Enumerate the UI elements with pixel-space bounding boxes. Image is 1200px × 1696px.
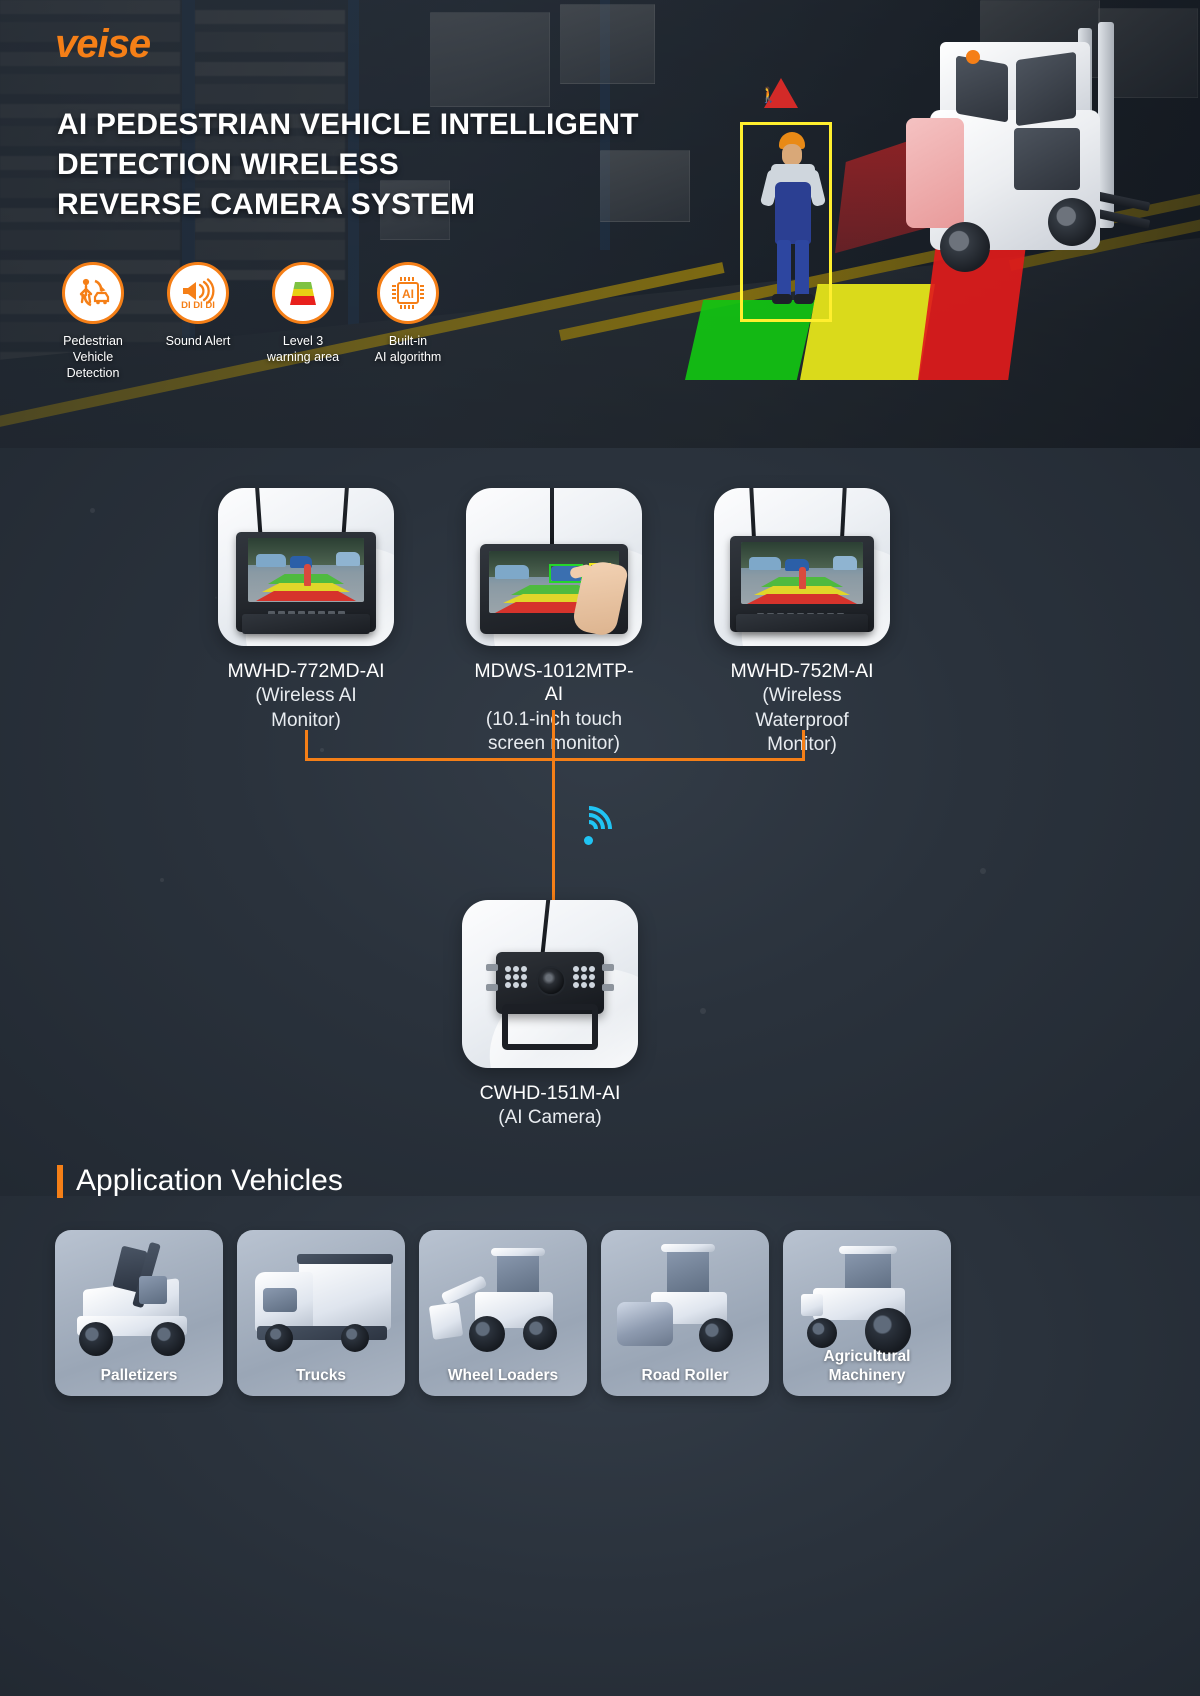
connector-line-horizontal [305, 758, 805, 761]
feature-label: Sound Alert [165, 334, 231, 348]
vehicle-card-road-roller[interactable]: Road Roller [601, 1230, 769, 1396]
feature-label: Pedestrian Vehicle Detection [63, 334, 123, 380]
vehicle-card-list: Palletizers Trucks Wheel Loaders Road Ro… [55, 1230, 951, 1396]
product-model: MWHD-772MD-AI [227, 660, 385, 682]
vehicle-label: Wheel Loaders [447, 1366, 559, 1384]
warning-level-icon [272, 262, 334, 324]
product-mwhd-752m-ai[interactable]: MWHD-752M-AI (Wireless Waterproof Monito… [714, 488, 890, 757]
feature-label: Built-in AI algorithm [374, 334, 442, 364]
camera-model: CWHD-151M-AI [479, 1082, 621, 1104]
application-vehicles-heading: Application Vehicles [57, 1164, 343, 1198]
feature-warning-level: Level 3 warning area [262, 262, 344, 381]
ai-chip-icon: AI [377, 262, 439, 324]
feature-list: Pedestrian Vehicle Detection DI DI DI So… [52, 262, 449, 381]
feature-pedestrian-vehicle-detection: Pedestrian Vehicle Detection [52, 262, 134, 381]
sound-alert-badge: DI DI DI [181, 299, 215, 311]
wifi-signal-icon [556, 796, 622, 862]
vehicle-label: Trucks [296, 1366, 346, 1384]
section-title: Application Vehicles [76, 1164, 343, 1197]
product-model: MDWS-1012MTP-AI [474, 660, 634, 706]
svg-text:AI: AI [402, 287, 414, 301]
product-image-tile [714, 488, 890, 646]
vehicle-label: Palletizers [100, 1366, 178, 1384]
accent-bar [57, 1164, 63, 1198]
vehicle-card-wheel-loaders[interactable]: Wheel Loaders [419, 1230, 587, 1396]
product-image-tile [218, 488, 394, 646]
camera-description: (AI Camera) [498, 1107, 602, 1129]
feature-label: Level 3 warning area [266, 334, 340, 364]
feature-ai-algorithm: AI Built-in AI algorithm [367, 262, 449, 381]
vehicle-label: Agricultural Machinery [823, 1348, 911, 1384]
vehicle-label: Road Roller [641, 1366, 729, 1384]
pedestrian-vehicle-detection-icon [62, 262, 124, 324]
connector-line-right-stub [802, 730, 805, 760]
product-description: (Wireless AI Monitor) [255, 685, 357, 731]
hero-title-line-1: AI PEDESTRIAN VEHICLE INTELLIGENT [57, 108, 639, 141]
product-model: MWHD-752M-AI [730, 660, 874, 682]
feature-sound-alert: DI DI DI Sound Alert [157, 262, 239, 381]
pedestrian-bounding-box [740, 122, 832, 322]
vehicle-card-agricultural-machinery[interactable]: Agricultural Machinery [783, 1230, 951, 1396]
forklift-detection-scene: 🚶 [640, 0, 1200, 448]
sound-alert-icon: DI DI DI [167, 262, 229, 324]
brand-logo: veise [55, 22, 151, 66]
product-cwhd-151m-ai[interactable]: CWHD-151M-AI (AI Camera) [462, 900, 638, 1131]
connector-line-center-up [552, 710, 555, 760]
connector-line-left-stub [305, 730, 308, 760]
product-diagram-section: MWHD-772MD-AI (Wireless AI Monitor) MDWS… [0, 448, 1200, 1196]
product-image-tile [466, 488, 642, 646]
product-mwhd-772md-ai[interactable]: MWHD-772MD-AI (Wireless AI Monitor) [218, 488, 394, 733]
camera-image-tile [462, 900, 638, 1068]
hero-banner: 🚶 veise AI PEDESTRIAN VEHICLE INTELLIGEN… [0, 0, 1200, 448]
hero-title-line-3: REVERSE CAMERA SYSTEM [57, 187, 476, 221]
connector-line-center-down [552, 758, 555, 900]
hero-title: AI PEDESTRIAN VEHICLE INTELLIGENT DETECT… [57, 105, 639, 225]
vehicle-card-palletizers[interactable]: Palletizers [55, 1230, 223, 1396]
hero-title-line-2: DETECTION WIRELESS [57, 147, 399, 181]
vehicle-card-trucks[interactable]: Trucks [237, 1230, 405, 1396]
alarm-lamp [966, 50, 980, 64]
